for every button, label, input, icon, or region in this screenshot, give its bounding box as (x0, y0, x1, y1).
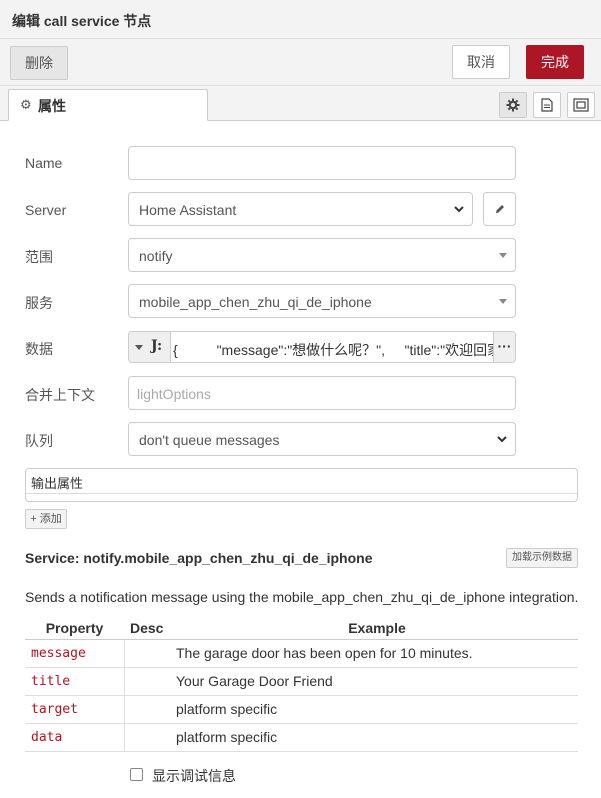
tab-properties-label: 属性 (38, 98, 66, 114)
example-cell: platform specific (176, 722, 578, 752)
desc-cell (124, 694, 176, 723)
dialog-toolbar: 删除 取消 完成 (0, 39, 601, 86)
caret-down-icon (135, 345, 143, 350)
data-label: 数据 (25, 341, 53, 357)
domain-label: 范围 (25, 249, 53, 265)
queue-value: don't queue messages (139, 432, 280, 448)
domain-value: notify (139, 248, 173, 264)
name-input[interactable] (128, 146, 516, 180)
desc-cell (124, 638, 176, 667)
queue-select[interactable]: don't queue messages (128, 422, 516, 456)
merge-context-label: 合并上下文 (25, 387, 95, 403)
table-row: message The garage door has been open fo… (25, 638, 578, 667)
done-button[interactable]: 完成 (526, 45, 584, 79)
property-cell: target (25, 694, 125, 723)
service-title: Service: notify.mobile_app_chen_zhu_qi_d… (25, 550, 373, 566)
cancel-button[interactable]: 取消 (452, 45, 510, 79)
property-cell: title (25, 666, 125, 695)
edit-server-button[interactable] (483, 192, 516, 226)
merge-context-placeholder: lightOptions (137, 386, 211, 402)
json-type-icon: J: (151, 338, 163, 354)
gear-icon[interactable] (499, 92, 527, 118)
service-properties-table: Property Desc Example message The garage… (25, 617, 578, 752)
debug-checkbox-label: 显示调试信息 (152, 768, 236, 784)
server-label: Server (25, 202, 67, 218)
queue-label: 队列 (25, 433, 53, 449)
data-type-selector[interactable]: J: (129, 332, 171, 362)
frame-icon[interactable] (567, 92, 595, 118)
chevron-down-icon (497, 436, 507, 443)
desc-cell (124, 722, 176, 752)
tab-properties[interactable]: ⚙ 属性 (8, 89, 208, 121)
data-value: { "message":"想做什么呢？", "title":"欢迎回家 (173, 342, 493, 358)
property-cell: data (25, 722, 125, 752)
output-properties-title: 输出属性 (31, 476, 84, 491)
service-label: 服务 (25, 295, 53, 311)
table-row: data platform specific (25, 722, 578, 752)
dialog-title: 编辑 call service 节点 (12, 13, 152, 29)
example-cell: The garage door has been open for 10 min… (176, 638, 578, 667)
expand-editor-button[interactable]: ··· (493, 332, 515, 362)
delete-button[interactable]: 删除 (10, 46, 68, 80)
gear-icon: ⚙ (20, 97, 32, 112)
service-value: mobile_app_chen_zhu_qi_de_iphone (139, 294, 372, 310)
merge-context-input[interactable]: lightOptions (128, 376, 516, 410)
table-header-row: Property Desc Example (25, 617, 578, 640)
table-row: target platform specific (25, 694, 578, 723)
load-example-button[interactable]: 加载示例数据 (506, 548, 578, 568)
add-output-button[interactable]: + 添加 (25, 509, 67, 529)
service-description: Sends a notification message using the m… (25, 589, 579, 605)
property-cell: message (25, 638, 125, 667)
data-typed-input[interactable]: J: { "message":"想做什么呢？", "title":"欢迎回家 ·… (128, 331, 516, 363)
desc-cell (124, 666, 176, 695)
server-value: Home Assistant (139, 202, 237, 218)
debug-checkbox[interactable] (130, 768, 143, 781)
example-cell: Your Garage Door Friend (176, 666, 578, 695)
pencil-icon (495, 205, 504, 213)
column-header: Desc (124, 617, 176, 640)
table-row: title Your Garage Door Friend (25, 666, 578, 695)
caret-down-icon (499, 299, 507, 304)
service-input[interactable]: mobile_app_chen_zhu_qi_de_iphone (128, 284, 516, 318)
example-cell: platform specific (176, 694, 578, 723)
server-select[interactable]: Home Assistant (128, 192, 473, 226)
domain-input[interactable]: notify (128, 238, 516, 272)
caret-down-icon (499, 253, 507, 258)
document-icon[interactable] (533, 92, 561, 118)
column-header: Property (25, 617, 124, 640)
output-properties-list: 输出属性 (25, 468, 578, 502)
name-label: Name (25, 155, 63, 171)
chevron-down-icon (454, 206, 464, 213)
dialog-header: 编辑 call service 节点 (0, 0, 601, 39)
column-header: Example (176, 617, 578, 640)
